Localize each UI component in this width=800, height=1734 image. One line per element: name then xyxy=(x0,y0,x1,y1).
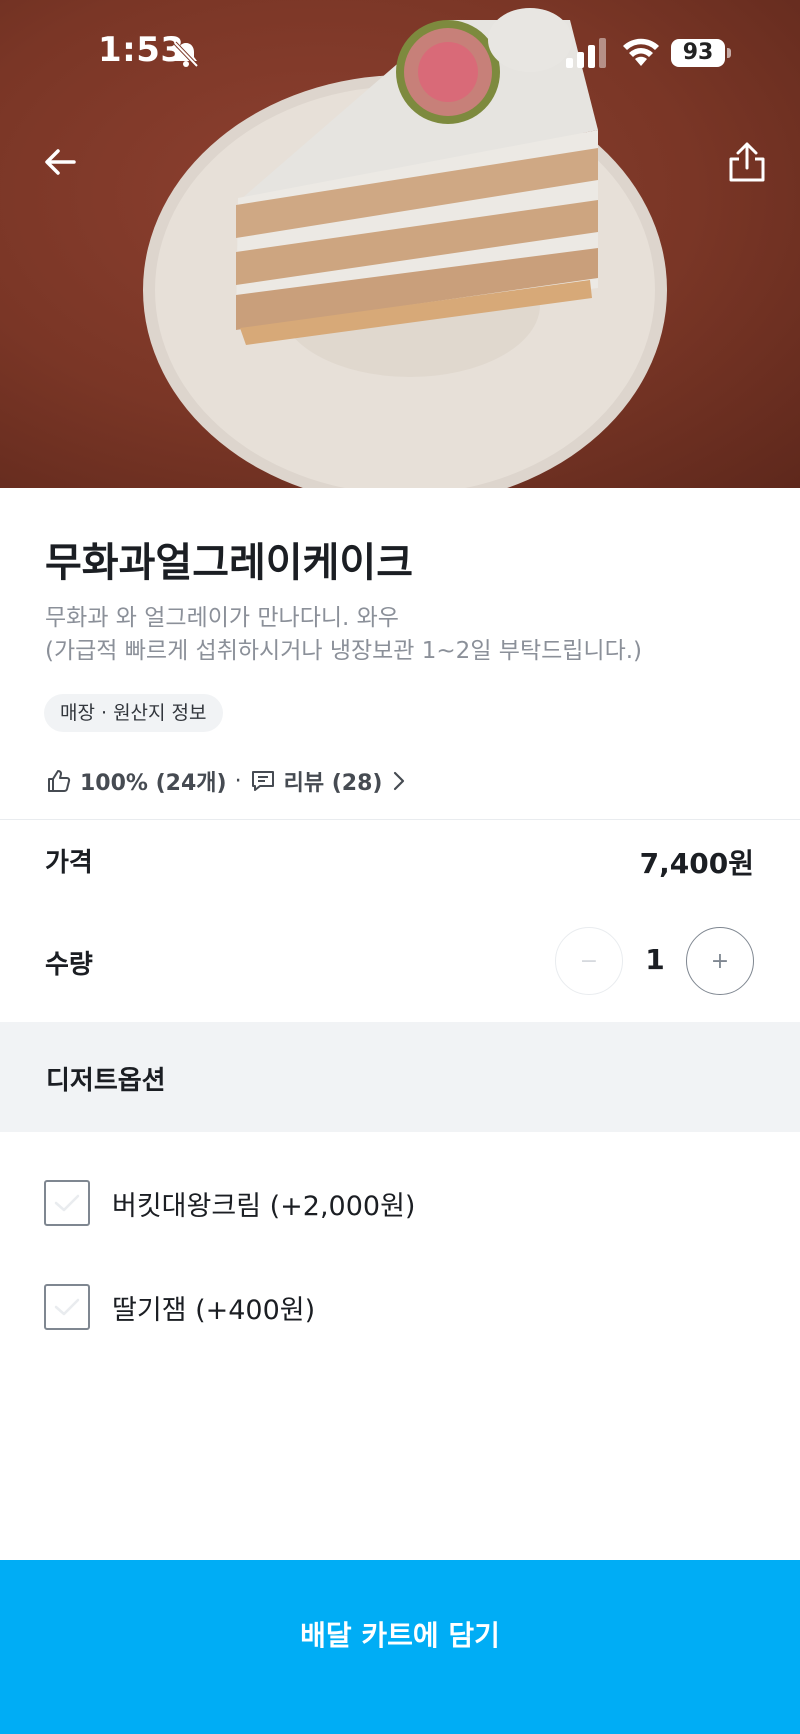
product-image: 1:53 93 xyxy=(0,0,800,488)
rating-separator: · xyxy=(234,768,242,794)
share-button[interactable] xyxy=(717,132,777,192)
option-item[interactable]: 딸기잼 (+400원) xyxy=(44,1282,315,1332)
quantity-decrease-button[interactable]: − xyxy=(555,927,623,995)
add-to-cart-label: 배달 카트에 담기 xyxy=(300,1619,500,1652)
description-line-1: 무화과 와 얼그레이가 만나다니. 와우 xyxy=(45,605,399,631)
options-section-header: 디저트옵션 xyxy=(0,1022,800,1132)
price-value: 7,400원 xyxy=(639,847,754,880)
options-title: 디저트옵션 xyxy=(46,1066,166,1096)
product-description: 무화과 와 얼그레이가 만나다니. 와우 (가급적 빠르게 섭취하시거나 냉장보… xyxy=(45,602,642,668)
status-bar: 1:53 93 xyxy=(0,0,800,100)
share-icon xyxy=(729,142,765,182)
description-line-2: (가급적 빠르게 섭취하시거나 냉장보관 1~2일 부탁드립니다.) xyxy=(45,638,643,664)
add-to-cart-button[interactable]: 배달 카트에 담기 xyxy=(0,1560,800,1734)
minus-icon: − xyxy=(579,948,599,974)
option-checkbox[interactable] xyxy=(44,1284,90,1330)
quantity-increase-button[interactable]: + xyxy=(686,927,754,995)
quantity-label: 수량 xyxy=(45,950,93,980)
checkmark-icon xyxy=(54,1298,80,1316)
quantity-value: 1 xyxy=(645,943,665,976)
section-divider xyxy=(0,819,800,820)
option-label: 버킷대왕크림 (+2,000원) xyxy=(112,1190,416,1222)
plus-icon: + xyxy=(710,948,730,974)
bell-off-icon xyxy=(173,41,199,68)
review-link[interactable]: 리뷰 (28) xyxy=(250,765,411,797)
option-item[interactable]: 버킷대왕크림 (+2,000원) xyxy=(44,1178,415,1228)
wifi-icon xyxy=(623,38,659,66)
review-text: 리뷰 (28) xyxy=(283,771,383,796)
battery-indicator: 93 xyxy=(671,39,731,67)
comment-icon xyxy=(251,771,274,791)
option-checkbox[interactable] xyxy=(44,1180,90,1226)
rating-row: 100% (24개) · 리뷰 (28) xyxy=(46,763,410,799)
checkmark-icon xyxy=(54,1194,80,1212)
back-button[interactable] xyxy=(30,132,90,192)
chevron-right-icon xyxy=(394,771,405,791)
signal-icon xyxy=(566,38,606,68)
product-title: 무화과얼그레이케이크 xyxy=(45,540,413,586)
thumbs-up-icon xyxy=(48,770,71,792)
option-label: 딸기잼 (+400원) xyxy=(112,1294,316,1326)
rating-text: 100% (24개) xyxy=(80,771,227,796)
price-label: 가격 xyxy=(45,848,93,878)
back-arrow-icon xyxy=(45,149,76,175)
origin-info-chip[interactable]: 매장 · 원산지 정보 xyxy=(44,694,223,732)
